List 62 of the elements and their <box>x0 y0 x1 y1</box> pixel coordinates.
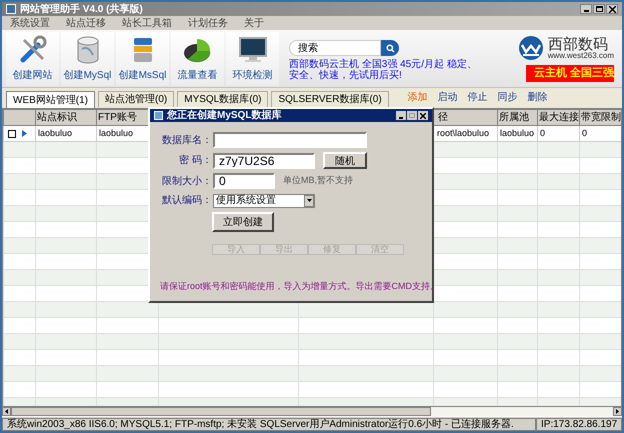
unit-note: 单位MB,暂不支持 <box>283 174 354 188</box>
tools-icon <box>18 34 48 64</box>
scroll-thumb[interactable] <box>11 407 431 416</box>
toolbar-button[interactable]: 环境检测 <box>226 32 279 86</box>
column-header: 最大连接 <box>538 110 580 126</box>
ad-banner[interactable]: 云主机 全国三强 <box>526 65 614 82</box>
menu-item[interactable]: 站点迁移 <box>66 16 106 30</box>
ad-link[interactable]: 西部数码云主机 全国3强 45元/月起 稳定、安全、快速，先试用后买! <box>289 59 485 81</box>
search-field[interactable]: 搜索 <box>289 40 381 56</box>
random-button[interactable]: 随机 <box>323 152 367 169</box>
right-arrow-icon <box>616 409 619 414</box>
field-label: 默认编码： <box>161 194 212 208</box>
column-header: 所属池 <box>498 110 538 126</box>
tab[interactable]: WEB网站管理(1) <box>6 91 95 108</box>
field-label: 限制大小： <box>161 174 212 188</box>
menu-item[interactable]: 关于 <box>244 16 264 30</box>
menu-item[interactable]: 系统设置 <box>10 16 50 30</box>
field-label: 数据库名： <box>161 134 212 148</box>
status-text: 系统win2003_x86 IIS6.0; MYSQL5.1; FTP-msftp; 未安装 SQLServer用户Administrator运行0.6小时 - 已连接服务器. <box>2 418 536 430</box>
toolbar-button[interactable]: 流量查看 <box>171 32 224 86</box>
dialog-icon <box>154 111 163 120</box>
action-link[interactable]: 删除 <box>528 90 548 105</box>
minimize-button[interactable] <box>580 4 592 14</box>
left-arrow-icon <box>5 409 8 414</box>
logo-name: 西部数码 <box>548 36 608 52</box>
scroll-right-button[interactable] <box>613 407 622 416</box>
dialog-title: 您正在创建MySQL数据库 <box>167 108 282 123</box>
caret-icon <box>306 199 312 202</box>
toolbar-button[interactable]: 创建MySql <box>61 32 114 86</box>
action-link[interactable]: 启动 <box>438 90 458 105</box>
ip-address: IP:173.82.86.197 <box>536 418 622 430</box>
minimize-button[interactable] <box>396 111 406 120</box>
window-title: 网站管理助手 V4.0 (共享版) <box>20 2 143 16</box>
column-header: 带宽限制 <box>580 110 621 126</box>
menu-item[interactable]: 计划任务 <box>188 16 228 30</box>
maximize-button[interactable] <box>593 4 605 14</box>
field-label: 密 码： <box>178 154 212 168</box>
search-button[interactable] <box>381 40 399 56</box>
encoding-dropdown[interactable]: 使用系统设置 <box>213 194 315 208</box>
horizontal-scrollbar[interactable] <box>11 407 613 416</box>
create-button[interactable]: 立即创建 <box>212 212 274 232</box>
toolbar-button[interactable]: 创建网站 <box>6 32 59 86</box>
input-field[interactable] <box>213 132 367 148</box>
monitor-icon <box>236 34 268 64</box>
logo-icon <box>518 35 544 62</box>
close-button[interactable] <box>418 111 428 120</box>
input-field[interactable]: 0 <box>213 173 275 189</box>
row-checkbox[interactable] <box>8 130 16 138</box>
action-link[interactable]: 同步 <box>498 90 518 105</box>
search-icon <box>386 44 394 52</box>
action-link[interactable]: 停止 <box>468 90 488 105</box>
logo-url: www.west263.com <box>548 52 614 60</box>
scroll-left-button[interactable] <box>2 407 11 416</box>
tab[interactable]: SQLSERVER数据库(0) <box>271 91 389 107</box>
close-button[interactable] <box>606 4 618 14</box>
toolbar-button[interactable]: 创建MsSql <box>116 32 169 86</box>
app-icon <box>6 4 16 14</box>
tab[interactable]: MYSQL数据库(0) <box>177 91 268 107</box>
menu-item[interactable]: 站长工具箱 <box>122 16 172 30</box>
column-header: 站点标识 <box>36 110 96 126</box>
tab[interactable]: 站点池管理(0) <box>98 91 174 107</box>
note-text: 请保证root账号和密码能使用，导入为增量方式。导出需要CMD支持。 <box>160 280 432 292</box>
